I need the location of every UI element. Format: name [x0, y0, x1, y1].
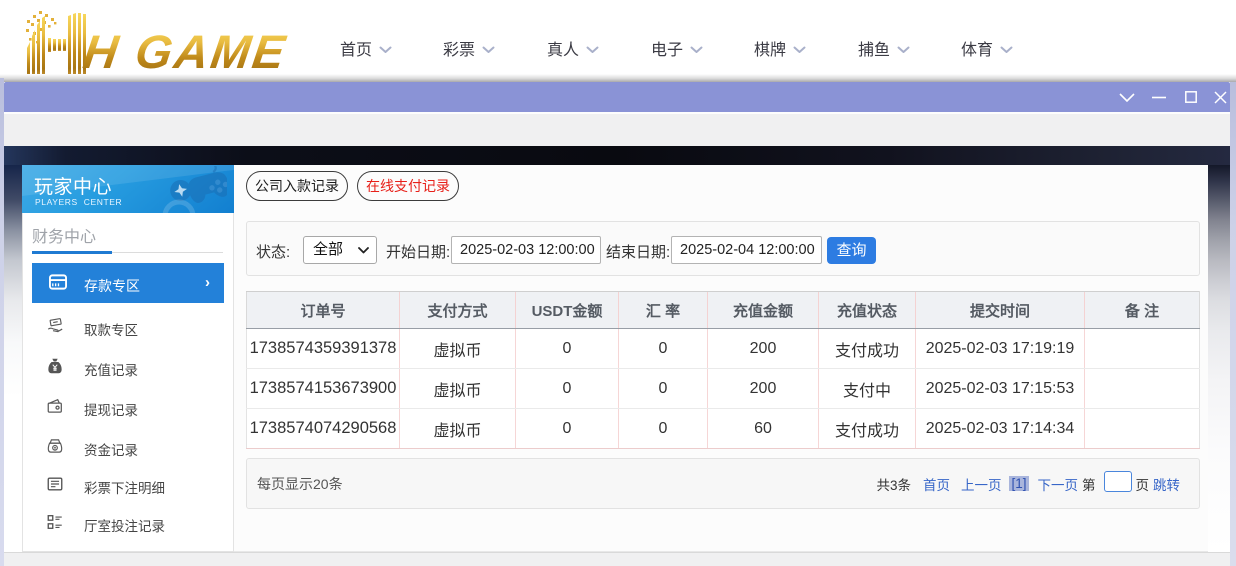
svg-text:H GAME: H GAME [80, 26, 290, 78]
